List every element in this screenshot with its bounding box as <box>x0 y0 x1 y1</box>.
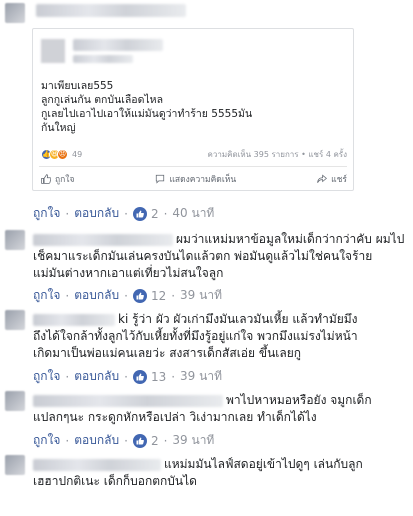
commenter-name-blurred[interactable] <box>33 233 173 246</box>
comment-like-count[interactable]: 13 <box>151 370 166 384</box>
comment-text-line: แหม่มมันไลฟ์สดอยู่เข้าไปดูๆ เล่นกับลูก <box>164 457 363 471</box>
comment-actions: ถูกใจ · ตอบกลับ · 12 · 39 นาที <box>33 286 222 305</box>
reaction-count[interactable]: 49 <box>72 150 82 159</box>
avatar[interactable] <box>5 455 25 475</box>
separator: · <box>124 206 128 221</box>
comment-text-line: เฮฮาปกติเนะ เด็กก็บอกตกบันได <box>33 474 197 488</box>
like-badge-icon[interactable] <box>132 288 147 303</box>
comment-text-line: แปลกๆนะ กระดูกหักหรือเปล่า วิเง่ามากเลย … <box>33 410 317 424</box>
shared-post-card[interactable]: มาเพียบเลย555 ลูกกูเล่นกัน ตกบันเลือดไหล… <box>32 28 354 191</box>
comment-body: แหม่มมันไลฟ์สดอยู่เข้าไปดูๆ เล่นกับลูก เ… <box>33 456 411 490</box>
separator: · <box>171 288 176 303</box>
post-actions: ถูกใจ แสดงความคิดเห็น แชร์ <box>41 172 347 186</box>
comment-like-count[interactable]: 2 <box>151 207 159 221</box>
commenter-name-blurred[interactable] <box>33 313 115 326</box>
comment-like-link[interactable]: ถูกใจ <box>33 286 60 305</box>
comment-actions: ถูกใจ · ตอบกลับ · 2 · 40 นาที <box>33 204 214 223</box>
comment-text-line: เกิดมาเป็นพ่อแม่คนเลยว่ะ สงสารเด็กสัสเอ่… <box>33 346 302 360</box>
comment-reply-link[interactable]: ตอบกลับ <box>74 431 119 450</box>
reaction-icons[interactable]: 👍 😆 😠 <box>41 148 68 160</box>
comment-like-count[interactable]: 12 <box>151 289 166 303</box>
comment-icon <box>156 174 165 184</box>
comment-text-line: แม่มันต่างหากเอาแต่เที่ยวไม่สนใจลูก <box>33 266 224 280</box>
comment-reply-link[interactable]: ตอบกลับ <box>74 367 119 386</box>
post-text-line: กันใหญ่ <box>41 122 76 134</box>
angry-reaction-icon: 😠 <box>57 148 68 160</box>
like-badge-icon[interactable] <box>132 433 147 448</box>
comment-like-link[interactable]: ถูกใจ <box>33 367 60 386</box>
comment-actions: ถูกใจ · ตอบกลับ · 13 · 39 นาที <box>33 367 222 386</box>
like-action-label: ถูกใจ <box>55 175 75 185</box>
comment-action-label: แสดงความคิดเห็น <box>169 175 237 185</box>
separator: · <box>163 433 168 448</box>
comment-reply-link[interactable]: ตอบกลับ <box>74 286 119 305</box>
commenter-name-blurred[interactable] <box>33 458 161 471</box>
comment-like-count[interactable]: 2 <box>151 434 159 448</box>
post-text-line: กูเลยไปเอาไปเอาให้แม่มันดูว่าทำร้าย 5555… <box>41 108 253 120</box>
commenter-name-blurred[interactable] <box>33 394 223 407</box>
separator: · <box>124 433 128 448</box>
post-stats: 👍 😆 😠 49 ความคิดเห็น 395 รายการ • แชร์ 4… <box>41 147 347 161</box>
comment-text-line: ki รู้ว่า ผัว ผัวเก่ามึงมันเลวมันเหี้ย แ… <box>118 312 358 326</box>
post-author-avatar[interactable] <box>41 39 65 63</box>
separator: · <box>65 369 70 384</box>
comment-text-line: เช็คมาแระเด็กมันเล่นครงบันไดแล้วตก พ่อมั… <box>33 249 373 263</box>
post-text-line: ลูกกูเล่นกัน ตกบันเลือดไหล <box>41 94 164 106</box>
comment-text-line: ผมว่าแหม่มหาข้อมูลใหม่เด็กว่ากว่าคับ ผมไ… <box>176 232 405 246</box>
comment-like-link[interactable]: ถูกใจ <box>33 431 60 450</box>
comment-actions: ถูกใจ · ตอบกลับ · 2 · 39 นาที <box>33 431 214 450</box>
separator: · <box>124 369 128 384</box>
comment-reply-link[interactable]: ตอบกลับ <box>74 204 119 223</box>
share-icon <box>317 174 328 183</box>
separator: · <box>65 206 70 221</box>
comment-time[interactable]: 39 นาที <box>172 431 214 450</box>
post-time-blurred <box>73 55 133 63</box>
comment-action-button[interactable]: แสดงความคิดเห็น <box>155 172 236 186</box>
comment-body: พาไปหาหมอหรือยัง จมูกเด็ก แปลกๆนะ กระดูก… <box>33 392 411 426</box>
separator: · <box>163 206 168 221</box>
comment-body: ผมว่าแหม่มหาข้อมูลใหม่เด็กว่ากว่าคับ ผมไ… <box>33 231 411 282</box>
separator: · <box>65 433 70 448</box>
avatar[interactable] <box>5 310 25 330</box>
divider <box>39 166 347 167</box>
comment-body: ki รู้ว่า ผัว ผัวเก่ามึงมันเลวมันเหี้ย แ… <box>33 311 411 362</box>
share-action-button[interactable]: แชร์ <box>317 172 347 186</box>
comment-text-line: ถึงได้ใจกล้าทั้งลูกไว้กับเหี้ยทั้งที่มึง… <box>33 329 358 343</box>
avatar[interactable] <box>5 230 25 250</box>
comment-time[interactable]: 39 นาที <box>180 286 222 305</box>
post-text-line: มาเพียบเลย555 <box>41 80 114 92</box>
commenter-name-blurred[interactable] <box>36 4 186 17</box>
separator: · <box>124 288 128 303</box>
comments-shares-count[interactable]: ความคิดเห็น 395 รายการ • แชร์ 4 ครั้ง <box>207 148 347 161</box>
post-author-name-blurred[interactable] <box>73 39 163 51</box>
comment-time[interactable]: 39 นาที <box>180 367 222 386</box>
avatar[interactable] <box>5 3 25 23</box>
share-action-label: แชร์ <box>331 175 347 185</box>
comment-like-link[interactable]: ถูกใจ <box>33 204 60 223</box>
like-badge-icon[interactable] <box>132 369 147 384</box>
separator: · <box>65 288 70 303</box>
separator: · <box>171 369 176 384</box>
avatar[interactable] <box>5 391 25 411</box>
comment-time[interactable]: 40 นาที <box>172 204 214 223</box>
like-action-button[interactable]: ถูกใจ <box>41 172 74 186</box>
post-text: มาเพียบเลย555 ลูกกูเล่นกัน ตกบันเลือดไหล… <box>41 79 351 135</box>
like-badge-icon[interactable] <box>132 206 147 221</box>
thumbs-up-icon <box>41 174 51 184</box>
comment-text-line: พาไปหาหมอหรือยัง จมูกเด็ก <box>226 393 372 407</box>
